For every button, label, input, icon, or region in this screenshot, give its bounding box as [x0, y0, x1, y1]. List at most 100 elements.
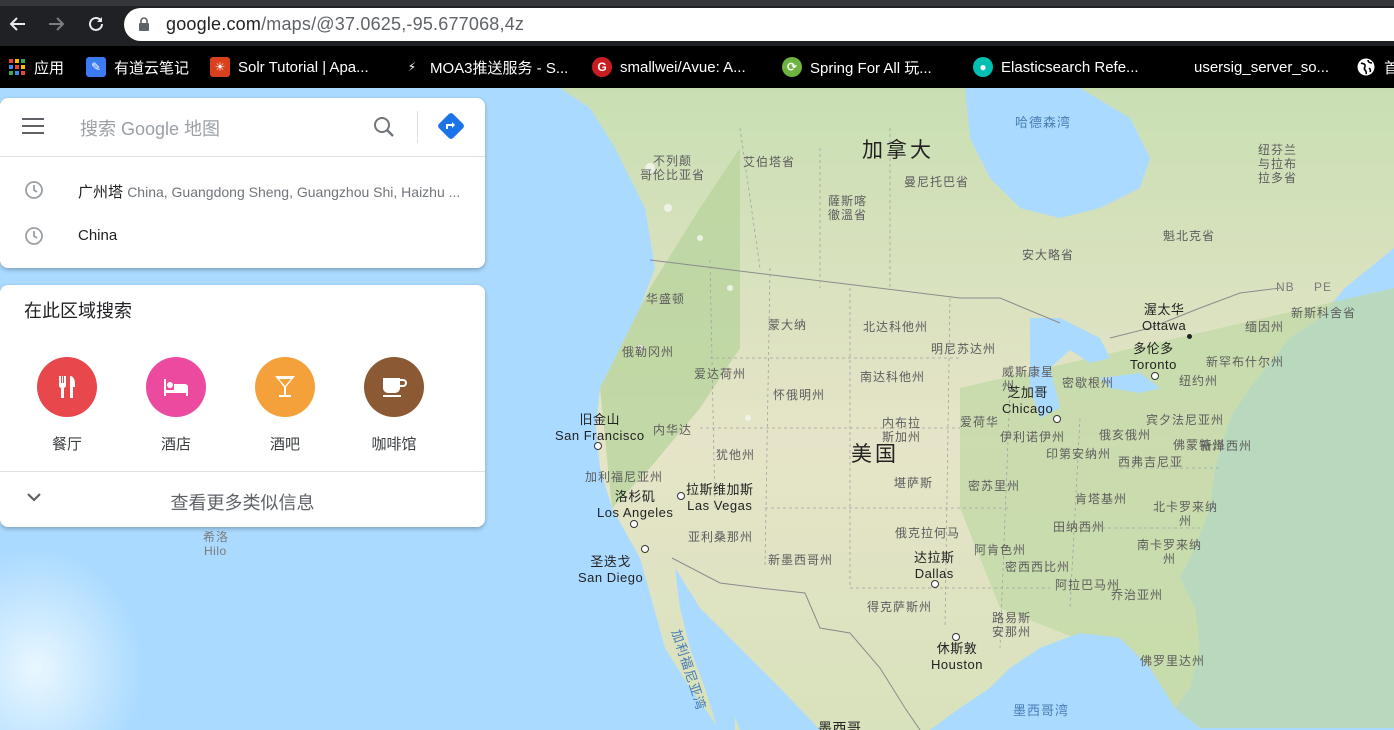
map-label-mexico: 墨西哥	[818, 720, 862, 730]
history-item[interactable]: 广州塔 China, Guangdong Sheng, Guangzhou Sh…	[0, 168, 485, 212]
map-label-manitoba: 曼尼托巴省	[904, 175, 970, 189]
map-city-dallas[interactable]: 达拉斯 Dallas	[914, 550, 955, 582]
map-city-houston-marker	[952, 633, 960, 641]
history-clock-icon	[25, 181, 43, 199]
bookmark-elasticsearch[interactable]: ● Elasticsearch Refe...	[973, 54, 1139, 80]
bookmark-solr[interactable]: ☀ Solr Tutorial | Apa...	[210, 54, 369, 80]
bookmark-youdao[interactable]: ✎ 有道云笔记	[86, 54, 189, 80]
restaurant-icon	[37, 357, 97, 417]
bookmark-moa3[interactable]: ⚡ MOA3推送服务 - S...	[402, 54, 568, 80]
back-button[interactable]	[6, 12, 30, 36]
map-label-south-carolina: 南卡罗来纳 州	[1137, 538, 1203, 566]
map-label-california: 加利福尼亚州	[585, 470, 664, 484]
city-name-en: Ottawa	[1142, 318, 1187, 333]
city-name-cn: 洛杉矶	[614, 489, 656, 504]
city-name-en: Las Vegas	[687, 498, 753, 513]
category-cafe[interactable]: 咖啡馆	[349, 357, 439, 454]
city-name-cn: 渥太华	[1143, 302, 1185, 317]
globe-icon	[1357, 58, 1375, 76]
bookmark-label: MOA3推送服务 - S...	[430, 59, 569, 77]
elastic-icon: ●	[973, 57, 993, 77]
bar-icon	[255, 357, 315, 417]
map-label-georgia: 乔治亚州	[1111, 588, 1164, 602]
map-label-arizona: 亚利桑那州	[688, 530, 754, 544]
city-name-cn: 圣迭戈	[590, 554, 631, 569]
map-label-nova-scotia: 新斯科舍省	[1291, 306, 1357, 320]
map-label-new-hampshire: 新罕布什尔州	[1206, 355, 1285, 369]
map-label-montana: 蒙大纳	[768, 318, 808, 332]
bookmark-label: 首	[1384, 59, 1394, 77]
spring-icon: ⟳	[782, 57, 802, 77]
map-city-las-vegas-marker	[677, 492, 685, 500]
map-city-los-angeles[interactable]: 洛杉矶 Los Angeles	[597, 489, 673, 521]
hamburger-menu-icon[interactable]	[22, 118, 44, 136]
category-label: 咖啡馆	[371, 436, 417, 453]
category-hotel[interactable]: 酒店	[131, 357, 221, 454]
map-label-south-dakota: 南达科他州	[860, 370, 926, 384]
map-label-west-virginia: 西弗吉尼亚	[1118, 455, 1184, 469]
map-label-pe: PE	[1314, 280, 1333, 294]
city-name-en: Houston	[931, 657, 983, 672]
map-city-chicago[interactable]: 芝加哥 Chicago	[1002, 385, 1053, 417]
bookmark-avue[interactable]: G smallwei/Avue: A...	[592, 54, 746, 80]
map-city-san-diego[interactable]: 圣迭戈 San Diego	[578, 554, 643, 586]
city-name-en: Chicago	[1002, 401, 1054, 416]
history-item[interactable]: China	[0, 214, 485, 258]
map-label-ohio: 俄亥俄州	[1099, 428, 1152, 442]
map-label-illinois: 伊利诺伊州	[1000, 430, 1066, 444]
history-item-title: China	[78, 227, 118, 244]
map-city-houston[interactable]: 休斯敦 Houston	[931, 641, 983, 673]
tab-strip	[0, 0, 1394, 6]
gitee-icon: G	[592, 57, 612, 77]
forward-button[interactable]	[44, 12, 68, 36]
show-more-button[interactable]: 查看更多类似信息	[0, 472, 485, 527]
explore-panel: 在此区域搜索 餐厅 酒店 酒吧 咖啡馆 查看更多类似信息	[0, 285, 485, 527]
solr-icon: ☀	[210, 57, 230, 77]
map-city-las-vegas[interactable]: 拉斯维加斯 Las Vegas	[686, 482, 754, 514]
show-more-label: 查看更多类似信息	[170, 493, 315, 513]
map-label-utah: 犹他州	[716, 448, 756, 462]
map-label-texas: 得克萨斯州	[867, 600, 933, 614]
map-label-minnesota: 明尼苏达州	[931, 342, 997, 356]
map-city-san-francisco[interactable]: 旧金山 San Francisco	[555, 412, 645, 444]
map-city-toronto-marker	[1151, 372, 1159, 380]
search-input[interactable]	[78, 116, 362, 142]
map-label-kentucky: 肯塔基州	[1075, 492, 1128, 506]
bookmark-home[interactable]: 首	[1356, 54, 1394, 80]
history-item-text: 广州塔 China, Guangdong Sheng, Guangzhou Sh…	[78, 181, 473, 202]
city-name-cn: 芝加哥	[1007, 385, 1048, 400]
map-label-missouri: 密苏里州	[968, 479, 1021, 493]
bookmark-usersig[interactable]: usersig_server_so...	[1166, 54, 1329, 80]
directions-icon[interactable]	[437, 112, 465, 140]
search-icon[interactable]	[372, 115, 396, 139]
city-name-en: Los Angeles	[597, 505, 674, 520]
map-label-alberta: 艾伯塔省	[743, 155, 796, 169]
bookmark-label: Solr Tutorial | Apa...	[238, 58, 369, 76]
city-name-cn: 拉斯维加斯	[686, 482, 754, 497]
city-name-en: San Diego	[578, 570, 644, 585]
bookmark-apps[interactable]: 应用	[8, 54, 64, 80]
map-label-indiana: 印第安纳州	[1046, 447, 1112, 461]
explore-title: 在此区域搜索	[24, 301, 132, 321]
map-city-ottawa[interactable]: 渥太华 Ottawa	[1142, 302, 1186, 334]
lock-icon	[139, 17, 149, 31]
bookmark-spring[interactable]: ⟳ Spring For All 玩...	[782, 54, 932, 80]
moa-icon: ⚡	[402, 57, 422, 77]
map-label-iowa: 爱荷华	[960, 415, 1000, 429]
map-label-oregon: 俄勒冈州	[622, 345, 675, 359]
bookmark-label: 有道云笔记	[114, 59, 190, 77]
reload-icon	[89, 16, 103, 31]
history-clock-icon	[25, 227, 43, 245]
address-bar[interactable]: google.com/maps/@37.0625,-95.677068,4z	[124, 8, 1394, 41]
blank-page-icon	[1166, 57, 1186, 77]
map-label-arkansas: 阿肯色州	[974, 543, 1027, 557]
reload-button[interactable]	[84, 12, 108, 36]
map-city-toronto[interactable]: 多伦多 Toronto	[1130, 341, 1177, 373]
youdao-note-icon: ✎	[86, 57, 106, 77]
category-bar[interactable]: 酒吧	[240, 357, 330, 454]
map-label-newfoundland: 纽芬兰 与拉布 拉多省	[1258, 143, 1298, 185]
category-restaurant[interactable]: 餐厅	[22, 357, 112, 454]
bookmark-label: usersig_server_so...	[1194, 58, 1330, 76]
cafe-icon	[364, 357, 424, 417]
apps-grid-icon	[9, 59, 25, 75]
